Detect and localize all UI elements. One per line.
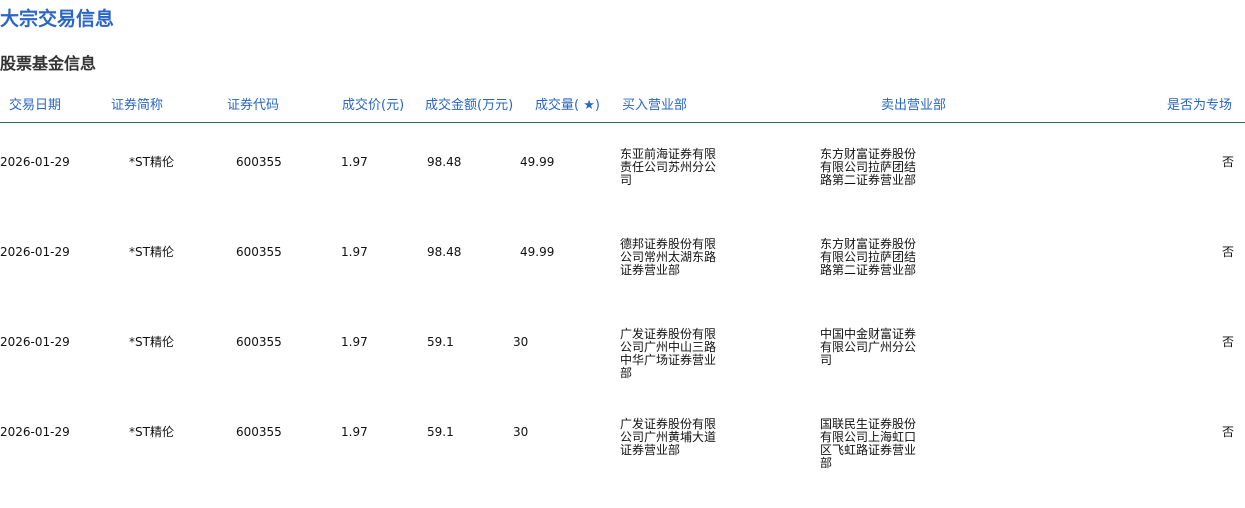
- table-row: 2026-01-29 *ST精伦 600355 1.97 98.48 49.99…: [0, 238, 1245, 328]
- cell-volume: 49.99: [520, 155, 555, 169]
- cell-price: 1.97: [341, 245, 368, 259]
- cell-seller: 东方财富证券股份有限公司拉萨团结路第二证券营业部: [820, 147, 917, 187]
- cell-security-name[interactable]: *ST精伦: [129, 336, 174, 349]
- cell-seller: 国联民生证券股份有限公司上海虹口区飞虹路证券营业部: [820, 417, 917, 470]
- cell-security-code[interactable]: 600355: [236, 426, 282, 439]
- table-row: 2026-01-29 *ST精伦 600355 1.97 59.1 30 广发证…: [0, 328, 1245, 418]
- cell-price: 1.97: [341, 155, 368, 169]
- cell-trade-date: 2026-01-29: [0, 425, 70, 439]
- cell-price: 1.97: [341, 335, 368, 349]
- cell-security-code[interactable]: 600355: [236, 156, 282, 169]
- table-row: 2026-01-29 *ST精伦 600355 1.97 59.1 30 广发证…: [0, 418, 1245, 508]
- cell-amount: 98.48: [427, 155, 462, 169]
- cell-amount: 59.1: [427, 335, 454, 349]
- cell-security-name[interactable]: *ST精伦: [129, 426, 174, 439]
- cell-security-code[interactable]: 600355: [236, 246, 282, 259]
- cell-volume: 49.99: [520, 245, 555, 259]
- cell-security-code[interactable]: 600355: [236, 336, 282, 349]
- cell-buyer: 德邦证券股份有限公司常州太湖东路证券营业部: [620, 237, 717, 277]
- cell-security-name[interactable]: *ST精伦: [129, 156, 174, 169]
- cell-volume: 30: [513, 425, 529, 439]
- table-row: 2026-01-29 *ST精伦 600355 1.97 98.48 49.99…: [0, 148, 1245, 238]
- cell-amount: 98.48: [427, 245, 462, 259]
- cell-buyer: 东亚前海证券有限责任公司苏州分公司: [620, 147, 717, 187]
- cell-trade-date: 2026-01-29: [0, 155, 70, 169]
- cell-trade-date: 2026-01-29: [0, 245, 70, 259]
- cell-special: 否: [1222, 425, 1235, 439]
- cell-volume: 30: [513, 335, 529, 349]
- cell-amount: 59.1: [427, 425, 454, 439]
- cell-buyer: 广发证券股份有限公司广州中山三路中华广场证券营业部: [620, 327, 717, 380]
- cell-buyer: 广发证券股份有限公司广州黄埔大道证券营业部: [620, 417, 717, 457]
- cell-special: 否: [1222, 155, 1235, 169]
- cell-special: 否: [1222, 335, 1235, 349]
- cell-seller: 东方财富证券股份有限公司拉萨团结路第二证券营业部: [820, 237, 917, 277]
- cell-seller: 中国中金财富证券有限公司广州分公司: [820, 327, 917, 367]
- cell-price: 1.97: [341, 425, 368, 439]
- cell-special: 否: [1222, 245, 1235, 259]
- cell-trade-date: 2026-01-29: [0, 335, 70, 349]
- table-body: 2026-01-29 *ST精伦 600355 1.97 98.48 49.99…: [0, 0, 1245, 484]
- cell-security-name[interactable]: *ST精伦: [129, 246, 174, 259]
